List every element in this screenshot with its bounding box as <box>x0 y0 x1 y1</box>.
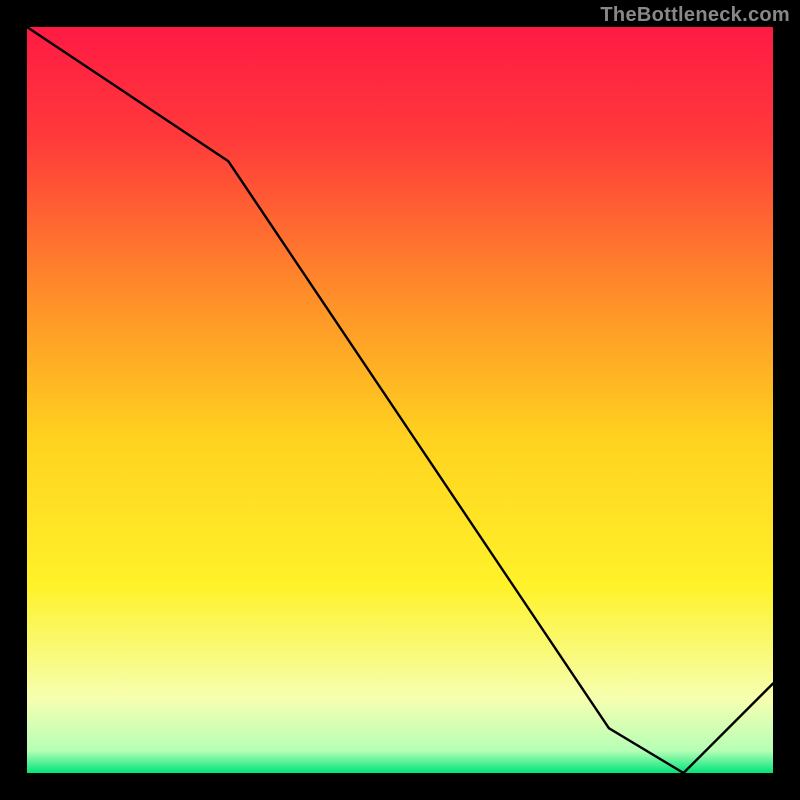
attribution-text: TheBottleneck.com <box>600 4 790 27</box>
bottleneck-chart-svg <box>27 27 773 773</box>
chart-area <box>27 27 773 773</box>
chart-gradient-bg <box>27 27 773 773</box>
